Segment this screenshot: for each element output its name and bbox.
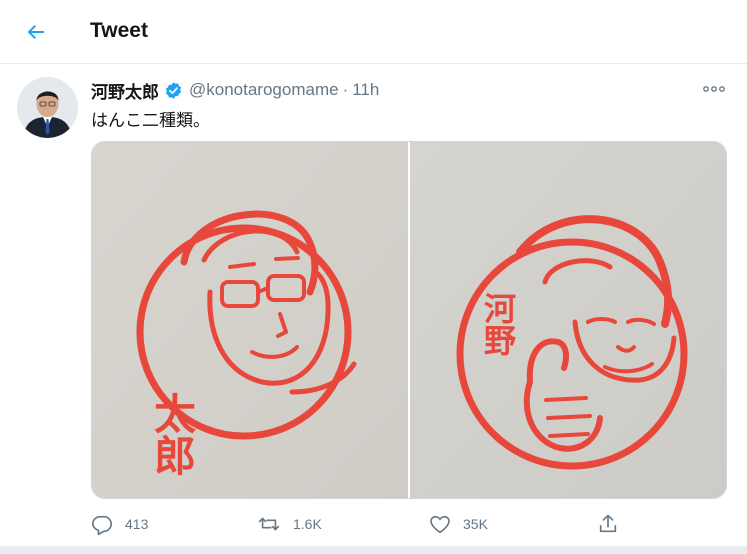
reply-button[interactable]: 413 — [91, 507, 148, 541]
tweet: 河野太郎 @konotarogomame · 11h はんこ二種類。 太郎 河野… — [0, 65, 747, 547]
tweet-text: はんこ二種類。 — [91, 111, 210, 130]
media-grid: 太郎 河野 — [91, 141, 727, 499]
heart-icon — [430, 515, 450, 534]
handle[interactable]: @konotarogomame — [189, 80, 339, 100]
arrow-left-icon — [27, 25, 44, 39]
avatar[interactable] — [17, 77, 78, 138]
share-button[interactable] — [597, 507, 619, 541]
share-icon — [599, 514, 617, 533]
display-name[interactable]: 河野太郎 — [91, 78, 159, 103]
divider — [0, 546, 747, 554]
back-button[interactable] — [18, 14, 54, 50]
photo-right[interactable]: 河野 — [410, 142, 726, 498]
retweet-button[interactable]: 1.6K — [257, 507, 322, 541]
reply-icon — [92, 515, 112, 535]
stamp-photo-left: 太郎 — [92, 142, 408, 498]
tweet-author-row: 河野太郎 @konotarogomame · 11h — [91, 78, 379, 103]
more-horizontal-icon — [703, 86, 725, 92]
separator-dot: · — [342, 80, 349, 99]
retweet-count: 1.6K — [293, 516, 322, 532]
retweet-icon — [258, 517, 280, 531]
photo-left[interactable]: 太郎 — [92, 142, 408, 498]
stamp-photo-right: 河野 — [410, 142, 726, 498]
stamp-text-right: 河野 — [479, 292, 517, 356]
avatar-image — [17, 77, 78, 138]
page-title: Tweet — [90, 19, 148, 42]
stamp-text-left: 太郎 — [148, 392, 197, 476]
timestamp[interactable]: 11h — [352, 80, 379, 100]
reply-count: 413 — [125, 516, 149, 532]
like-count: 35K — [463, 516, 488, 532]
more-button[interactable] — [700, 77, 728, 101]
like-button[interactable]: 35K — [429, 507, 488, 541]
tweet-header: Tweet — [0, 0, 747, 64]
tweet-actions: 413 1.6K 35K — [91, 507, 631, 541]
verified-badge-icon — [164, 81, 183, 100]
